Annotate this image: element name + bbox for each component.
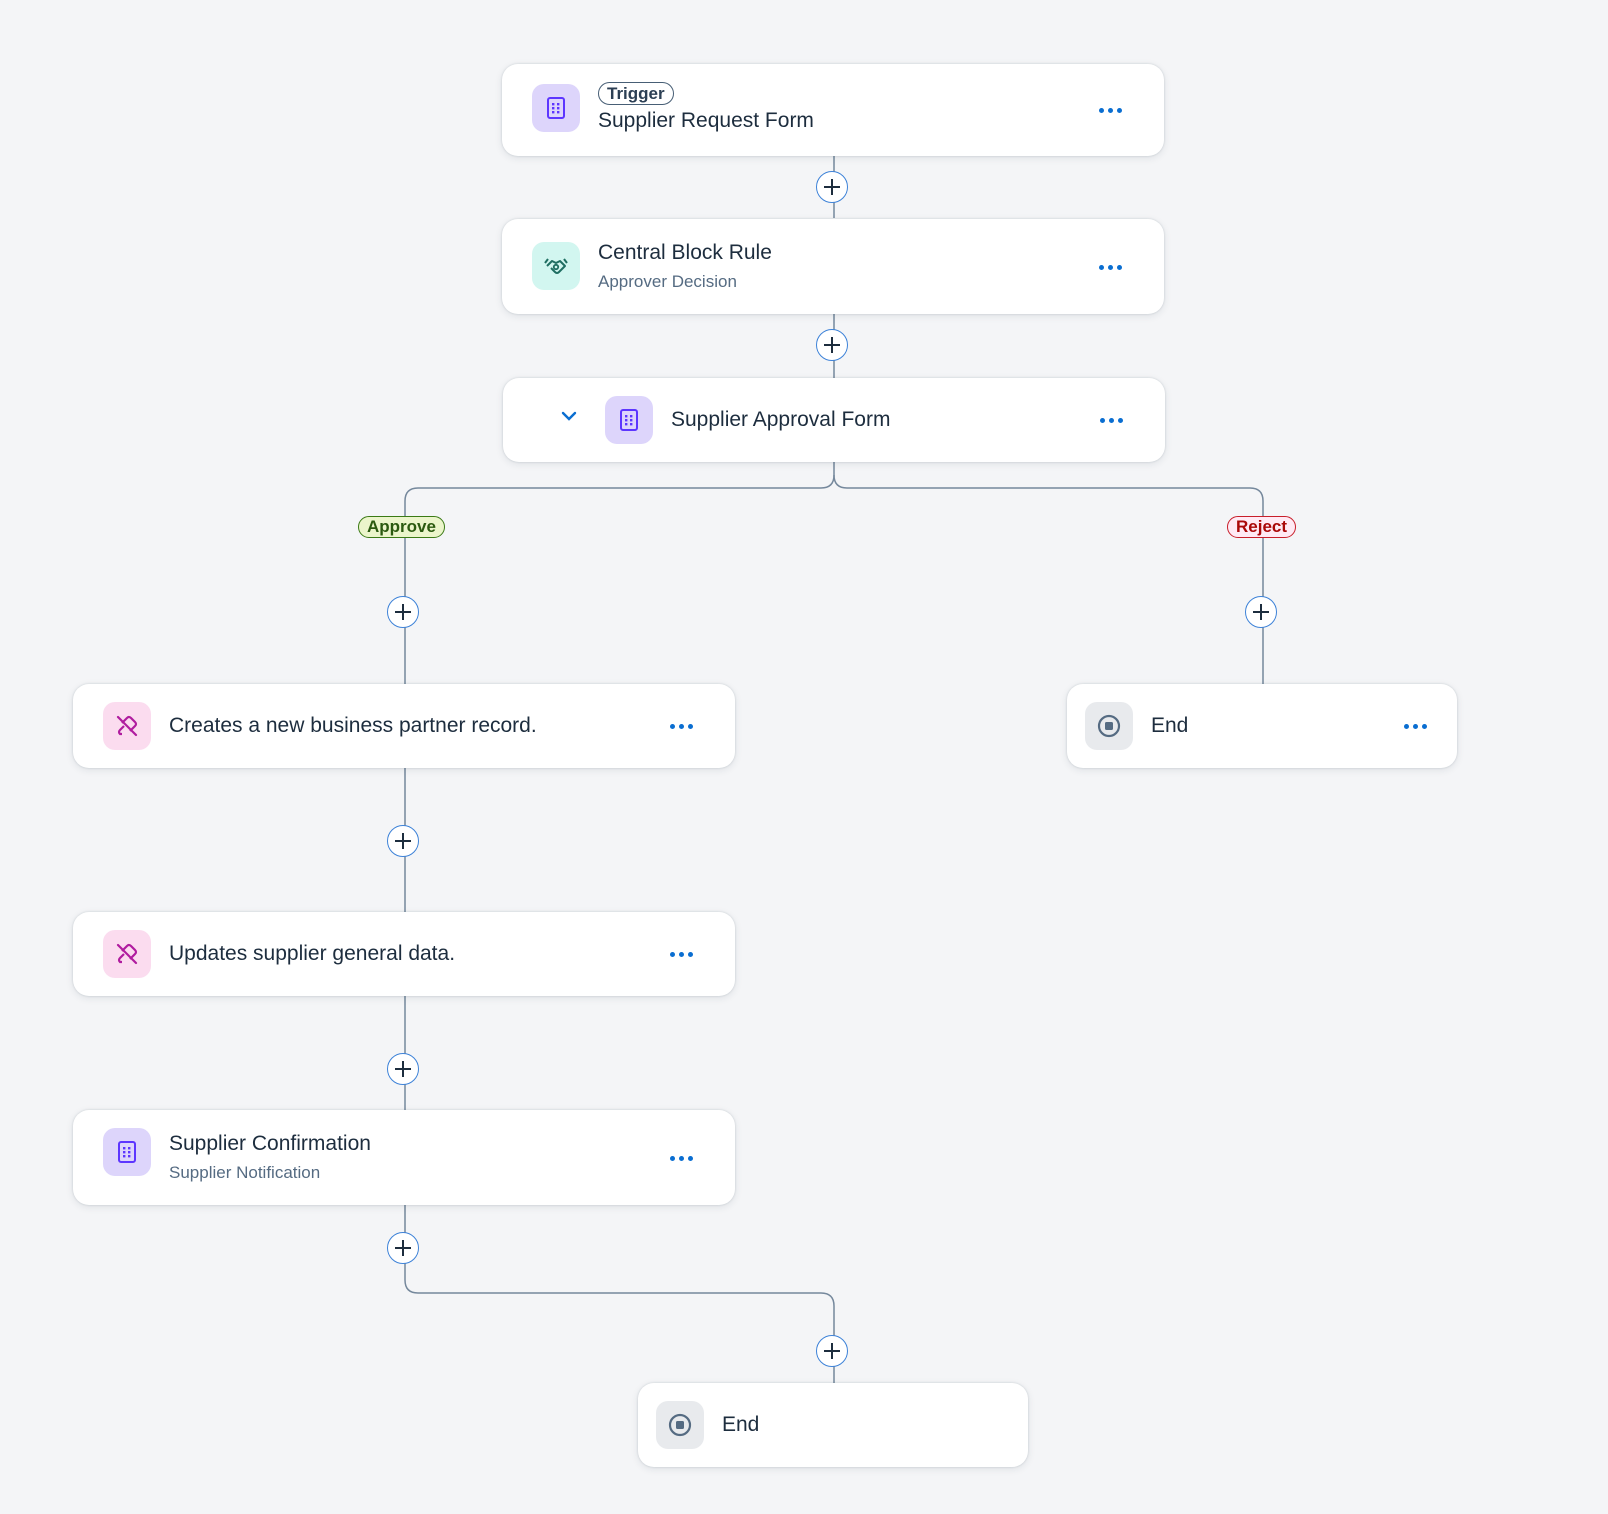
plus-icon (824, 337, 840, 353)
node-subtitle: Approver Decision (598, 272, 737, 291)
more-options-button[interactable] (661, 714, 701, 738)
add-step-button[interactable] (816, 329, 848, 361)
node-title: Creates a new business partner record. (169, 714, 537, 737)
more-options-button[interactable] (661, 942, 701, 966)
node-subtitle: Supplier Notification (169, 1163, 321, 1182)
add-step-button[interactable] (387, 596, 419, 628)
form-icon (103, 1128, 151, 1176)
form-icon (532, 84, 580, 132)
node-update-supplier-data[interactable]: Updates supplier general data. (73, 912, 735, 996)
add-step-button[interactable] (387, 1232, 419, 1264)
more-options-button[interactable] (1091, 408, 1131, 432)
node-title: End (722, 1413, 760, 1436)
node-title: Supplier Request Form (598, 109, 814, 132)
node-title: End (1151, 714, 1189, 737)
plus-icon (395, 1240, 411, 1256)
add-step-button[interactable] (387, 825, 419, 857)
stop-icon (656, 1401, 704, 1449)
node-create-business-partner[interactable]: Creates a new business partner record. (73, 684, 735, 768)
chevron-down-icon[interactable] (557, 404, 581, 428)
branch-label-approve: Approve (358, 516, 445, 538)
plus-icon (824, 1343, 840, 1359)
add-step-button[interactable] (1245, 596, 1277, 628)
more-options-button[interactable] (1090, 98, 1130, 122)
more-options-button[interactable] (1090, 255, 1130, 279)
handshake-icon (532, 242, 580, 290)
plus-icon (395, 604, 411, 620)
plus-icon (395, 833, 411, 849)
node-end-reject[interactable]: End (1067, 684, 1457, 768)
node-central-block-rule[interactable]: Central Block Rule Approver Decision (502, 219, 1164, 314)
action-link-icon (103, 702, 151, 750)
node-title: Central Block Rule (598, 241, 772, 264)
add-step-button[interactable] (816, 1335, 848, 1367)
node-end-final[interactable]: End (638, 1383, 1028, 1467)
more-options-button[interactable] (1395, 714, 1435, 738)
plus-icon (824, 179, 840, 195)
node-supplier-approval-form[interactable]: Supplier Approval Form (503, 378, 1165, 462)
form-icon (605, 396, 653, 444)
node-title: Supplier Approval Form (671, 408, 891, 431)
add-step-button[interactable] (816, 171, 848, 203)
stop-icon (1085, 702, 1133, 750)
node-title: Updates supplier general data. (169, 942, 456, 965)
branch-label-reject: Reject (1227, 516, 1297, 538)
plus-icon (395, 1061, 411, 1077)
node-title: Supplier Confirmation (169, 1132, 371, 1155)
node-supplier-confirmation[interactable]: Supplier Confirmation Supplier Notificat… (73, 1110, 735, 1205)
trigger-badge: Trigger (598, 82, 674, 105)
node-supplier-request-form[interactable]: Trigger Supplier Request Form (502, 64, 1164, 156)
plus-icon (1253, 604, 1269, 620)
more-options-button[interactable] (661, 1146, 701, 1170)
add-step-button[interactable] (387, 1053, 419, 1085)
action-link-icon (103, 930, 151, 978)
